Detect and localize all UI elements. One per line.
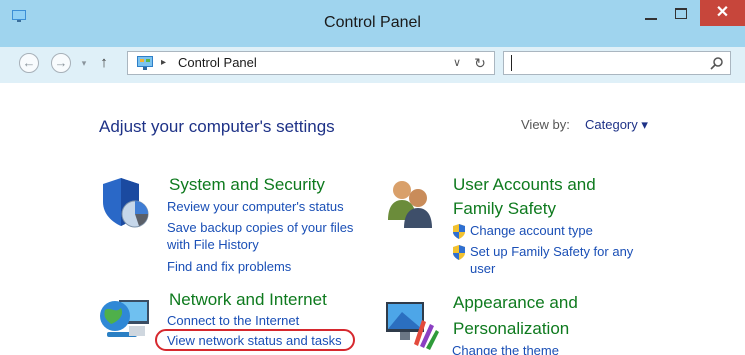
link-change-account-type[interactable]: Change account type (470, 223, 593, 238)
monitor-palette-icon[interactable] (384, 298, 440, 350)
text-cursor (511, 55, 512, 71)
navigation-bar: ← → ▾ ↑ ▸ Control Panel ∨ ↻ (0, 47, 745, 83)
window-title: Control Panel (324, 14, 421, 31)
back-button[interactable]: ← (19, 53, 39, 73)
view-by-dropdown[interactable]: Category ▾ (585, 117, 648, 133)
link-set-up-family-safety-line2[interactable]: user (470, 261, 495, 276)
page-title: Adjust your computer's settings (99, 117, 335, 136)
category-appearance-line2[interactable]: Personalization (453, 319, 569, 339)
link-set-up-family-safety[interactable]: Set up Family Safety for any (470, 244, 633, 259)
link-save-backup-copies-line2[interactable]: with File History (167, 237, 259, 252)
highlight-annotation (155, 329, 355, 351)
address-history-dropdown[interactable]: ∨ (450, 52, 464, 74)
category-user-accounts-line1[interactable]: User Accounts and (453, 175, 596, 195)
link-find-fix-problems[interactable]: Find and fix problems (167, 259, 291, 274)
title-bar[interactable]: Control Panel ✕ (0, 0, 745, 47)
link-review-computer-status[interactable]: Review your computer's status (167, 199, 344, 214)
control-panel-icon (137, 56, 153, 70)
uac-shield-icon (453, 245, 465, 260)
minimize-button[interactable] (636, 4, 666, 26)
link-change-the-theme[interactable]: Change the theme (452, 343, 559, 355)
up-button[interactable]: ↑ (96, 52, 112, 74)
category-network-and-internet[interactable]: Network and Internet (169, 290, 327, 310)
category-appearance-line1[interactable]: Appearance and (453, 293, 578, 313)
view-by-label: View by: (521, 117, 570, 132)
close-button[interactable]: ✕ (700, 0, 745, 26)
refresh-button[interactable]: ↻ (470, 52, 490, 74)
shield-pie-icon[interactable] (99, 176, 151, 230)
network-globe-icon[interactable] (99, 292, 153, 344)
users-icon[interactable] (384, 176, 436, 228)
category-system-and-security[interactable]: System and Security (169, 175, 325, 195)
forward-button[interactable]: → (51, 53, 71, 73)
uac-shield-icon (453, 224, 465, 239)
breadcrumb-control-panel[interactable]: Control Panel (178, 52, 257, 74)
link-connect-to-internet[interactable]: Connect to the Internet (167, 313, 299, 328)
link-save-backup-copies[interactable]: Save backup copies of your files (167, 220, 353, 235)
address-bar[interactable]: ▸ Control Panel ∨ ↻ (127, 51, 495, 75)
search-icon[interactable] (710, 56, 724, 70)
search-input[interactable] (503, 51, 731, 75)
breadcrumb-separator[interactable]: ▸ (161, 52, 166, 74)
control-panel-window: Control Panel ✕ ← → ▾ ↑ ▸ Control Panel … (0, 0, 745, 355)
maximize-button[interactable] (666, 4, 696, 26)
recent-locations-dropdown[interactable]: ▾ (78, 53, 90, 73)
category-user-accounts-line2[interactable]: Family Safety (453, 199, 556, 219)
